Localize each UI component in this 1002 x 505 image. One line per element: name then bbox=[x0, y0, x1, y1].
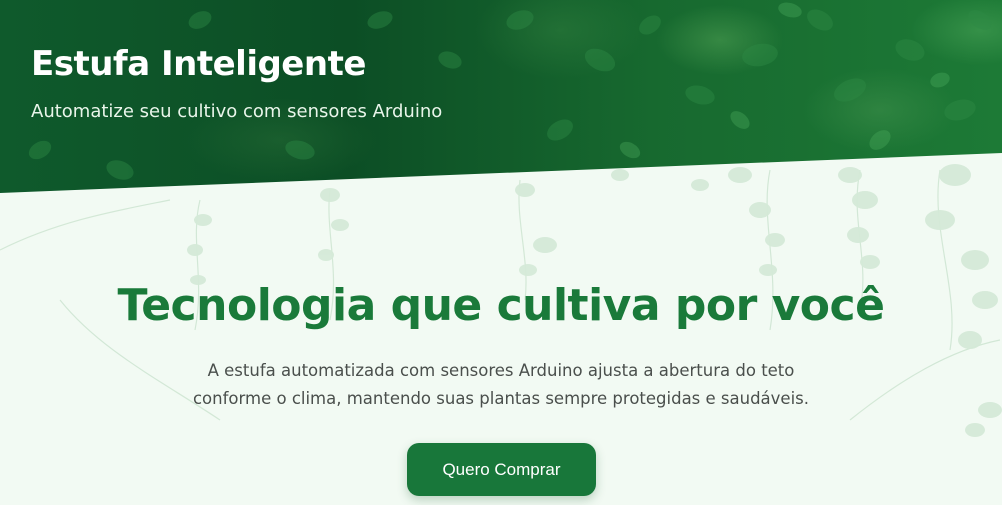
description-line: A estufa automatizada com sensores Ardui… bbox=[207, 361, 795, 380]
site-title: Estufa Inteligente bbox=[31, 44, 366, 84]
main-headline: Tecnologia que cultiva por você bbox=[117, 280, 885, 331]
product-description: A estufa automatizada com sensores Ardui… bbox=[0, 357, 1002, 413]
description-line: conforme o clima, mantendo suas plantas … bbox=[192, 389, 810, 408]
buy-now-button[interactable]: Quero Comprar bbox=[407, 443, 596, 496]
landing-page: Estufa Inteligente Automatize seu cultiv… bbox=[0, 0, 1002, 505]
site-subtitle: Automatize seu cultivo com sensores Ardu… bbox=[31, 101, 443, 122]
